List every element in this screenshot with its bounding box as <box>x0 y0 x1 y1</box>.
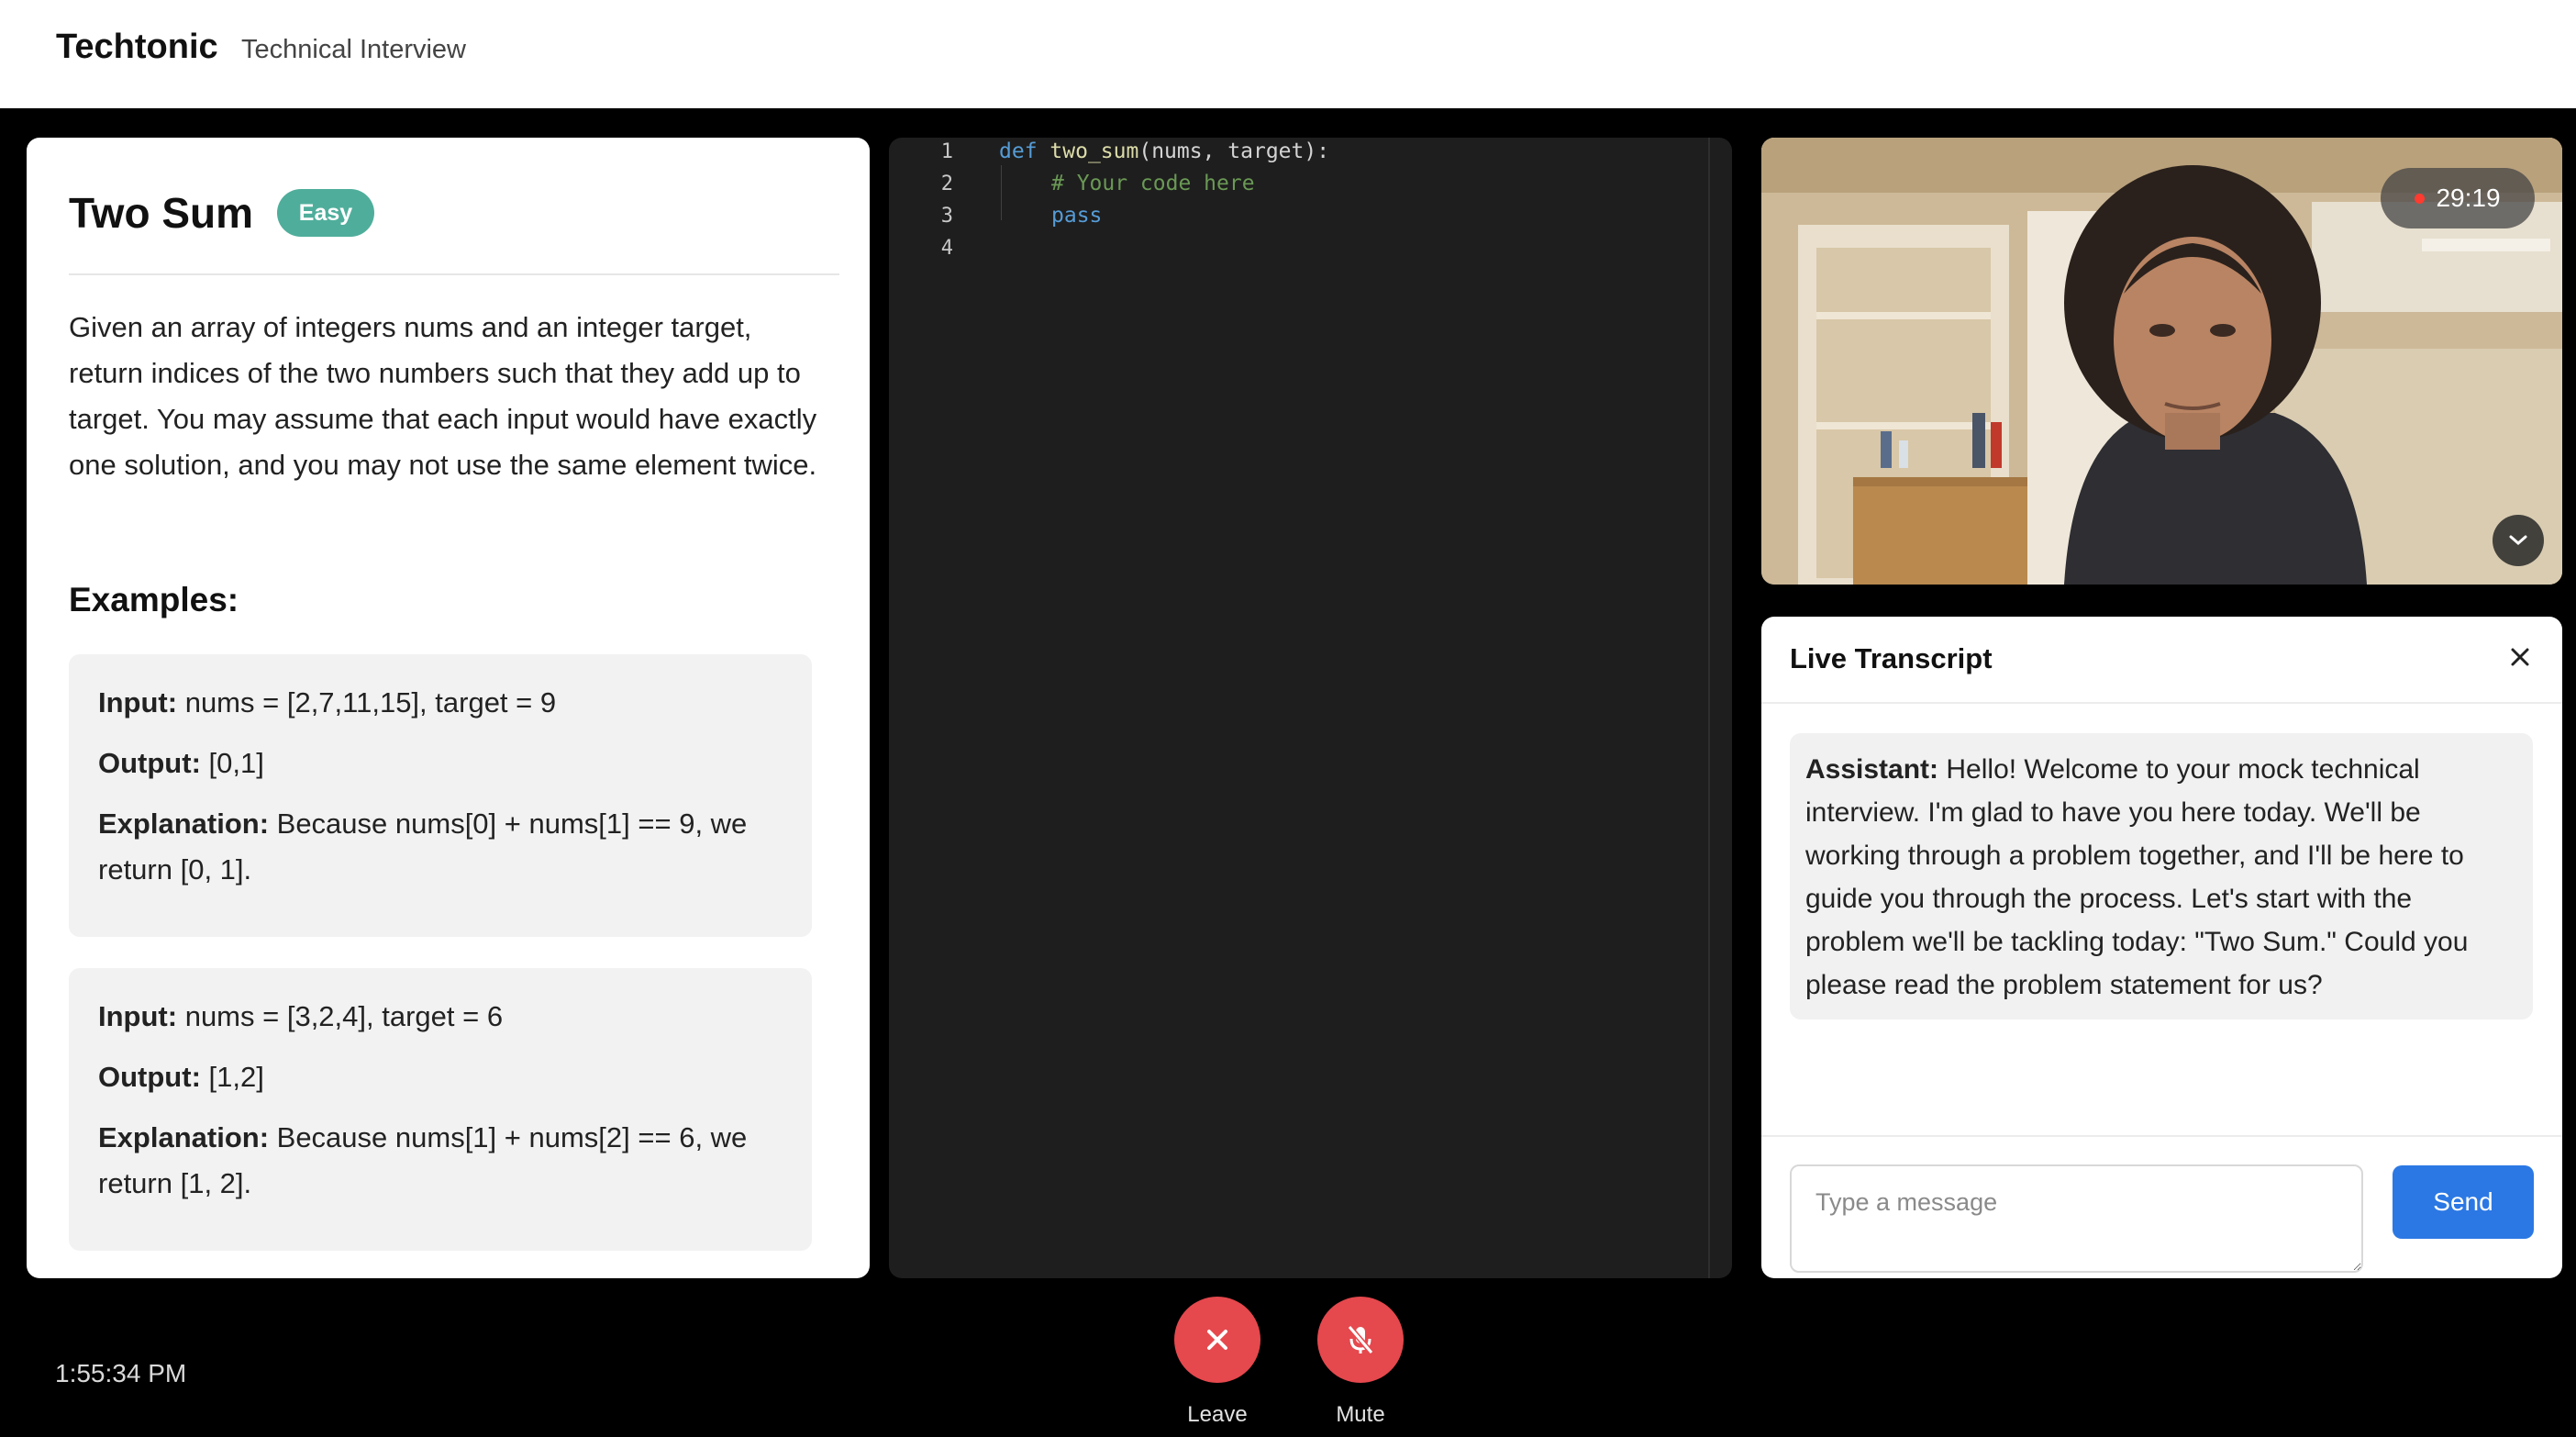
code-comment: # Your code here <box>1051 172 1255 195</box>
line-number: 3 <box>940 205 953 228</box>
chevron-down-icon[interactable] <box>2493 515 2544 566</box>
example-output-value: [1,2] <box>208 1061 264 1093</box>
code-line-3[interactable]: pass <box>1051 204 1102 228</box>
close-icon <box>1207 1330 1227 1350</box>
clock: 1:55:34 PM <box>55 1359 187 1387</box>
message-text: Hello! Welcome to your mock technical in… <box>1805 754 2469 1000</box>
examples-heading: Examples: <box>69 581 239 618</box>
code-keyword: def <box>999 139 1038 163</box>
transcript-header: Live Transcript <box>1761 617 2562 704</box>
code-function-name: two_sum <box>1049 139 1139 163</box>
brand-logo: Techtonic <box>56 28 218 66</box>
difficulty-badge: Easy <box>277 189 374 237</box>
close-icon[interactable] <box>2500 637 2540 677</box>
line-number: 2 <box>940 173 953 195</box>
problem-panel: Two Sum Easy Given an array of integers … <box>27 138 870 1278</box>
code-line-1[interactable]: def two_sum(nums, target): <box>999 139 1329 163</box>
example-output: Output: [0,1] <box>98 741 783 786</box>
mute-button[interactable] <box>1317 1297 1404 1383</box>
mute-label: Mute <box>1336 1402 1385 1427</box>
code-params: (nums, target): <box>1138 139 1330 163</box>
example-output: Output: [1,2] <box>98 1054 783 1100</box>
transcript-panel: Live Transcript Assistant: Hello! Welcom… <box>1761 617 2562 1278</box>
explanation-label: Explanation: <box>98 808 270 840</box>
example-input: Input: nums = [3,2,4], target = 6 <box>98 994 783 1040</box>
example-output-value: [0,1] <box>208 747 264 779</box>
example-input: Input: nums = [2,7,11,15], target = 9 <box>98 680 783 726</box>
example-explanation: Explanation: Because nums[0] + nums[1] =… <box>98 801 783 893</box>
input-label: Input: <box>98 686 178 718</box>
indent-guide <box>1001 165 1002 220</box>
code-keyword: pass <box>1051 204 1103 228</box>
line-number: 4 <box>940 237 953 260</box>
input-label: Input: <box>98 1000 178 1032</box>
explanation-label: Explanation: <box>98 1121 270 1153</box>
output-label: Output: <box>98 747 201 779</box>
example-card: Input: nums = [3,2,4], target = 6 Output… <box>69 968 812 1251</box>
code-editor[interactable]: 1 2 3 4 def two_sum(nums, target): # You… <box>889 138 1732 1278</box>
code-line-2[interactable]: # Your code here <box>1051 172 1255 195</box>
message-speaker: Assistant: <box>1805 754 1939 785</box>
video-feed: 29:19 <box>1761 138 2562 585</box>
timer-value: 29:19 <box>2436 184 2501 212</box>
recording-dot-icon <box>2415 193 2426 204</box>
divider <box>1761 1135 2562 1137</box>
leave-label: Leave <box>1187 1402 1248 1427</box>
example-card: Input: nums = [2,7,11,15], target = 9 Ou… <box>69 654 812 937</box>
message-input[interactable] <box>1790 1164 2363 1273</box>
problem-description: Given an array of integers nums and an i… <box>69 311 817 481</box>
problem-title: Two Sum <box>69 189 254 237</box>
leave-button[interactable] <box>1174 1297 1260 1383</box>
example-input-value: nums = [2,7,11,15], target = 9 <box>184 686 557 718</box>
line-number: 1 <box>940 140 953 163</box>
example-input-value: nums = [3,2,4], target = 6 <box>184 1000 504 1032</box>
mic-off-icon <box>1347 1325 1374 1354</box>
example-explanation: Explanation: Because nums[1] + nums[2] =… <box>98 1115 783 1207</box>
top-bar: Techtonic Technical Interview <box>0 0 2576 108</box>
transcript-message: Assistant: Hello! Welcome to your mock t… <box>1790 733 2533 1019</box>
recording-timer: 29:19 <box>2381 168 2535 228</box>
output-label: Output: <box>98 1061 201 1093</box>
page-subtitle: Technical Interview <box>241 35 466 64</box>
send-button[interactable]: Send <box>2393 1165 2534 1239</box>
transcript-title: Live Transcript <box>1790 642 1993 674</box>
divider <box>69 273 839 275</box>
editor-scrollbar[interactable] <box>1708 138 1710 1278</box>
